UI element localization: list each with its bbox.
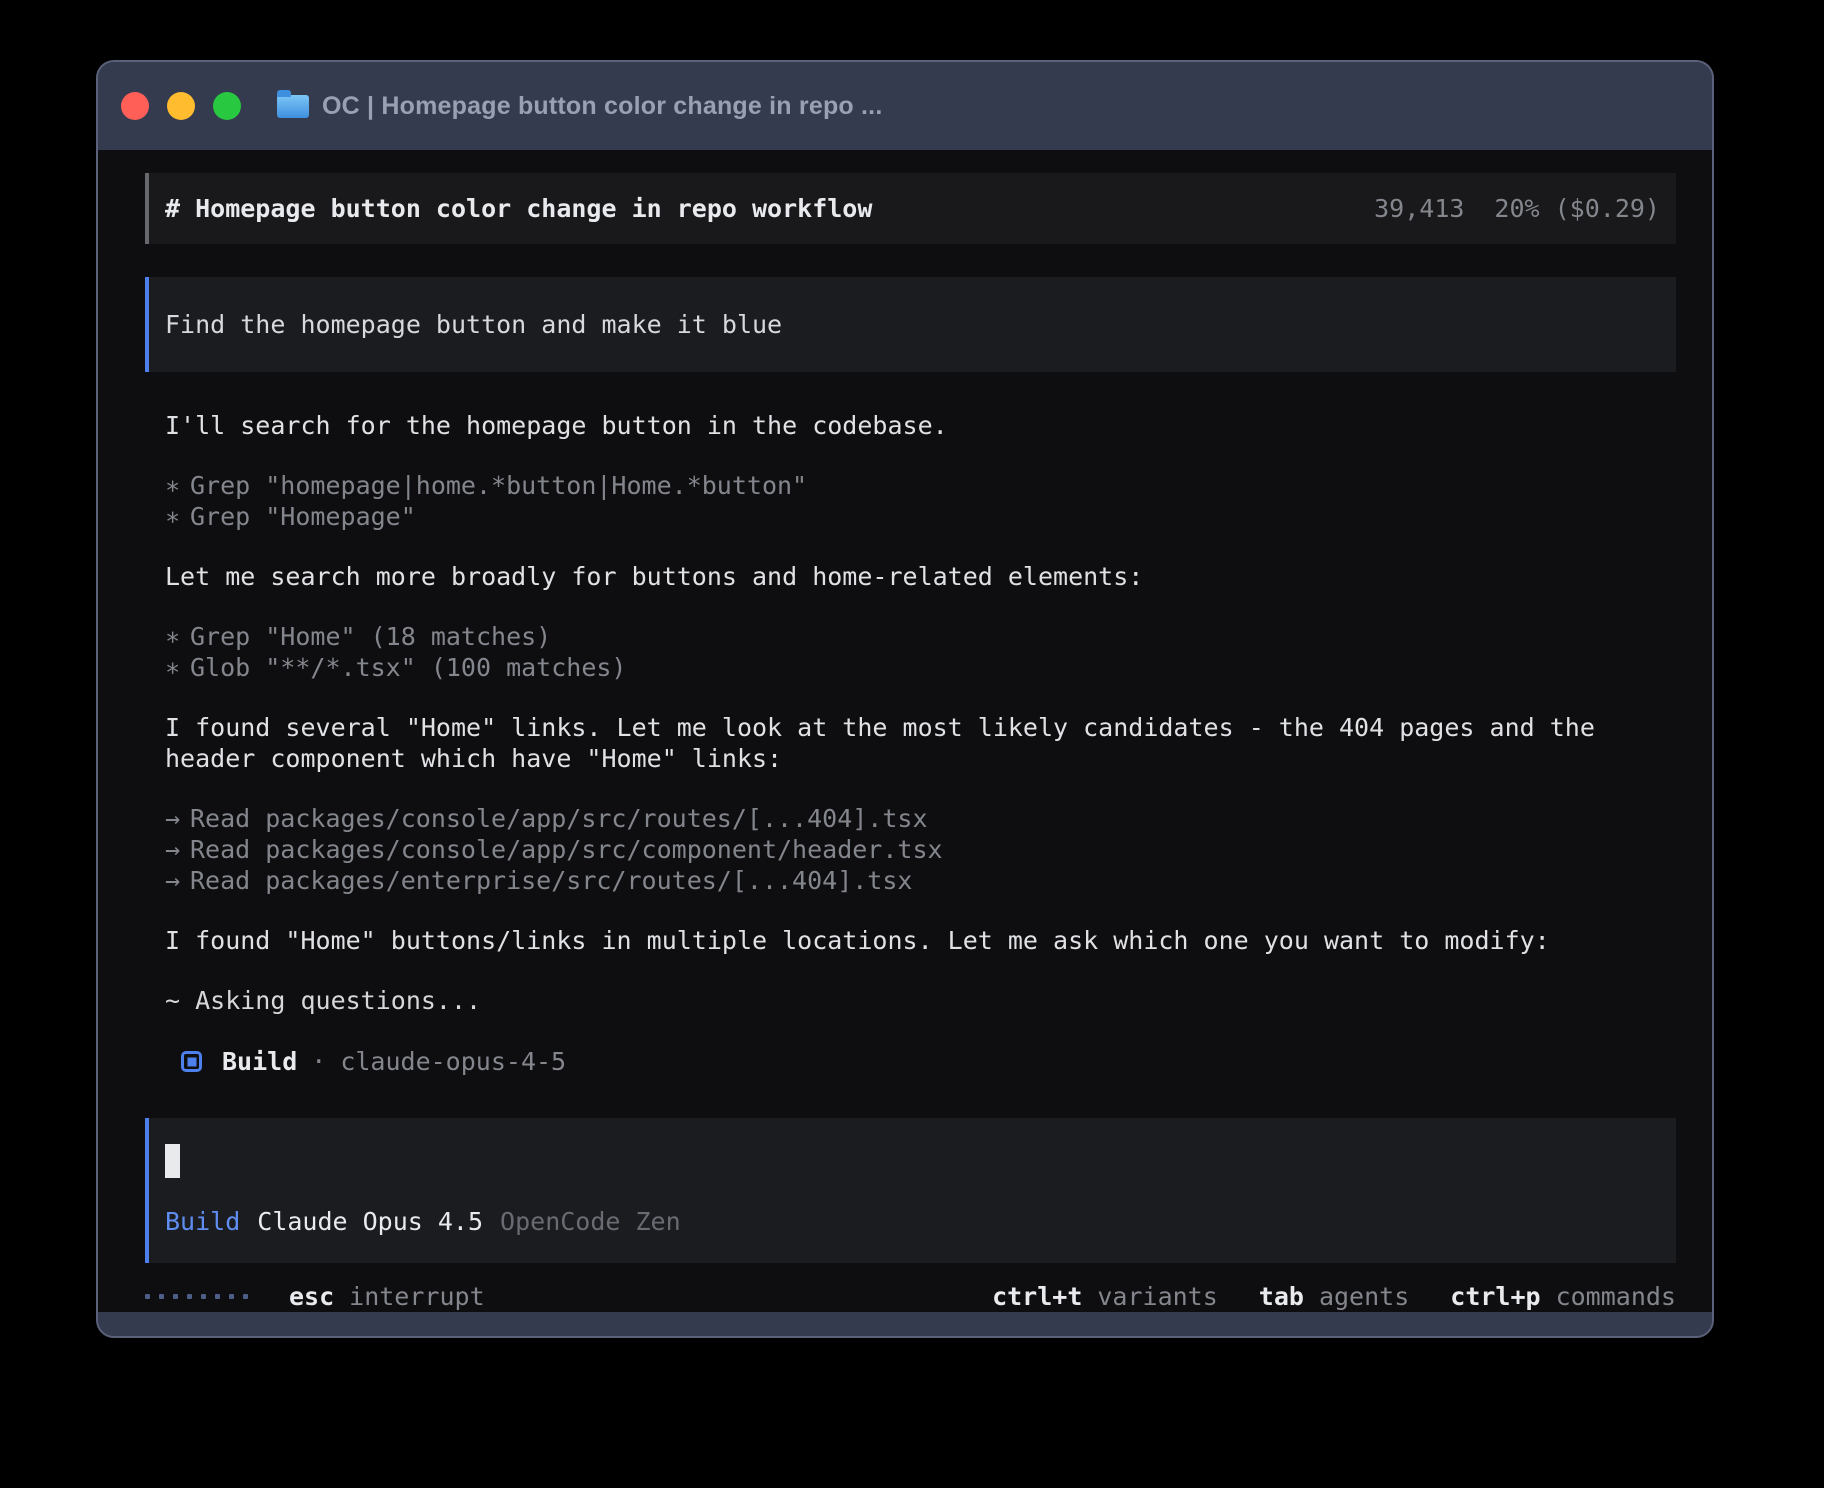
session-header: # Homepage button color change in repo w… bbox=[145, 173, 1676, 244]
shortcut-label: variants bbox=[1097, 1281, 1217, 1312]
terminal-content: # Homepage button color change in repo w… bbox=[98, 150, 1712, 1312]
tool-call-group: →Read packages/console/app/src/routes/[.… bbox=[165, 803, 1676, 896]
token-count: 39,413 bbox=[1374, 193, 1464, 224]
tool-call-line: →Read packages/console/app/src/routes/[.… bbox=[165, 803, 1676, 834]
provider-label: OpenCode Zen bbox=[500, 1206, 681, 1237]
tool-done-icon: ∗ bbox=[165, 501, 190, 532]
shortcut-key: ctrl+p bbox=[1450, 1281, 1540, 1312]
traffic-lights bbox=[121, 92, 241, 120]
minimize-button[interactable] bbox=[167, 92, 195, 120]
tool-call-text: Grep "homepage|home.*button|Home.*button… bbox=[190, 471, 807, 500]
esc-label: interrupt bbox=[349, 1281, 484, 1312]
titlebar: OC | Homepage button color change in rep… bbox=[98, 62, 1712, 150]
user-message-text: Find the homepage button and make it blu… bbox=[165, 310, 782, 339]
assistant-paragraph: Let me search more broadly for buttons a… bbox=[165, 561, 1676, 592]
assistant-paragraph: I found "Home" buttons/links in multiple… bbox=[165, 925, 1676, 956]
window-bottom-edge bbox=[98, 1312, 1712, 1336]
shortcut-interrupt: esc interrupt bbox=[289, 1281, 485, 1312]
prompt-input[interactable]: Build Claude Opus 4.5 OpenCode Zen bbox=[145, 1118, 1676, 1263]
agent-row: Build · claude-opus-4-5 bbox=[165, 1046, 1676, 1077]
text-cursor bbox=[165, 1144, 180, 1178]
agent-build-icon bbox=[181, 1051, 202, 1072]
shortcut-commands: ctrl+p commands bbox=[1450, 1281, 1676, 1312]
tool-call-line: ∗Grep "Homepage" bbox=[165, 501, 1676, 532]
assistant-paragraph: I'll search for the homepage button in t… bbox=[165, 410, 1676, 441]
tool-call-text: Read packages/console/app/src/component/… bbox=[190, 835, 943, 864]
window-title: OC | Homepage button color change in rep… bbox=[322, 92, 882, 121]
session-stats: 39,413 20% ($0.29) bbox=[1374, 193, 1660, 224]
shortcut-agents: tab agents bbox=[1259, 1281, 1409, 1312]
shortcut-label: agents bbox=[1319, 1281, 1409, 1312]
spinner-dots-icon bbox=[145, 1294, 248, 1299]
tool-call-text: Read packages/console/app/src/routes/[..… bbox=[190, 804, 928, 833]
statusbar-right: ctrl+t variants tab agents ctrl+p comman… bbox=[992, 1281, 1676, 1312]
tool-call-line: ∗Grep "homepage|home.*button|Home.*butto… bbox=[165, 470, 1676, 501]
tool-done-icon: ∗ bbox=[165, 652, 190, 683]
session-title: # Homepage button color change in repo w… bbox=[165, 193, 872, 224]
agent-name: Build bbox=[222, 1046, 297, 1077]
working-status: ~ Asking questions... bbox=[165, 985, 1676, 1016]
close-button[interactable] bbox=[121, 92, 149, 120]
conversation: I'll search for the homepage button in t… bbox=[145, 410, 1676, 1108]
tool-call-text: Grep "Home" (18 matches) bbox=[190, 622, 551, 651]
tool-call-text: Grep "Homepage" bbox=[190, 502, 416, 531]
context-usage: 20% ($0.29) bbox=[1494, 193, 1660, 224]
input-status-row: Build Claude Opus 4.5 OpenCode Zen bbox=[165, 1206, 1660, 1237]
separator-dot: · bbox=[311, 1046, 326, 1077]
user-message: Find the homepage button and make it blu… bbox=[145, 277, 1676, 372]
tool-call-text: Glob "**/*.tsx" (100 matches) bbox=[190, 653, 627, 682]
tool-call-line: →Read packages/enterprise/src/routes/[..… bbox=[165, 865, 1676, 896]
tool-call-group: ∗Grep "homepage|home.*button|Home.*butto… bbox=[165, 470, 1676, 532]
tool-call-line: ∗Grep "Home" (18 matches) bbox=[165, 621, 1676, 652]
statusbar-left: esc interrupt bbox=[145, 1281, 485, 1312]
read-arrow-icon: → bbox=[165, 865, 190, 896]
tool-call-line: →Read packages/console/app/src/component… bbox=[165, 834, 1676, 865]
assistant-paragraph: I found several "Home" links. Let me loo… bbox=[165, 712, 1676, 774]
tool-call-line: ∗Glob "**/*.tsx" (100 matches) bbox=[165, 652, 1676, 683]
model-label: Claude Opus 4.5 bbox=[257, 1206, 483, 1237]
shortcut-variants: ctrl+t variants bbox=[992, 1281, 1218, 1312]
esc-key: esc bbox=[289, 1281, 334, 1312]
folder-icon bbox=[277, 95, 309, 118]
read-arrow-icon: → bbox=[165, 803, 190, 834]
terminal-window: OC | Homepage button color change in rep… bbox=[96, 60, 1714, 1338]
tool-done-icon: ∗ bbox=[165, 470, 190, 501]
shortcut-label: commands bbox=[1556, 1281, 1676, 1312]
read-arrow-icon: → bbox=[165, 834, 190, 865]
statusbar: esc interrupt ctrl+t variants tab agents… bbox=[145, 1281, 1676, 1312]
tool-done-icon: ∗ bbox=[165, 621, 190, 652]
shortcut-key: ctrl+t bbox=[992, 1281, 1082, 1312]
tool-call-group: ∗Grep "Home" (18 matches) ∗Glob "**/*.ts… bbox=[165, 621, 1676, 683]
shortcut-key: tab bbox=[1259, 1281, 1304, 1312]
tool-call-text: Read packages/enterprise/src/routes/[...… bbox=[190, 866, 912, 895]
agent-model: claude-opus-4-5 bbox=[340, 1046, 566, 1077]
screen: OC | Homepage button color change in rep… bbox=[0, 0, 1824, 1488]
zoom-button[interactable] bbox=[213, 92, 241, 120]
mode-label: Build bbox=[165, 1206, 240, 1237]
